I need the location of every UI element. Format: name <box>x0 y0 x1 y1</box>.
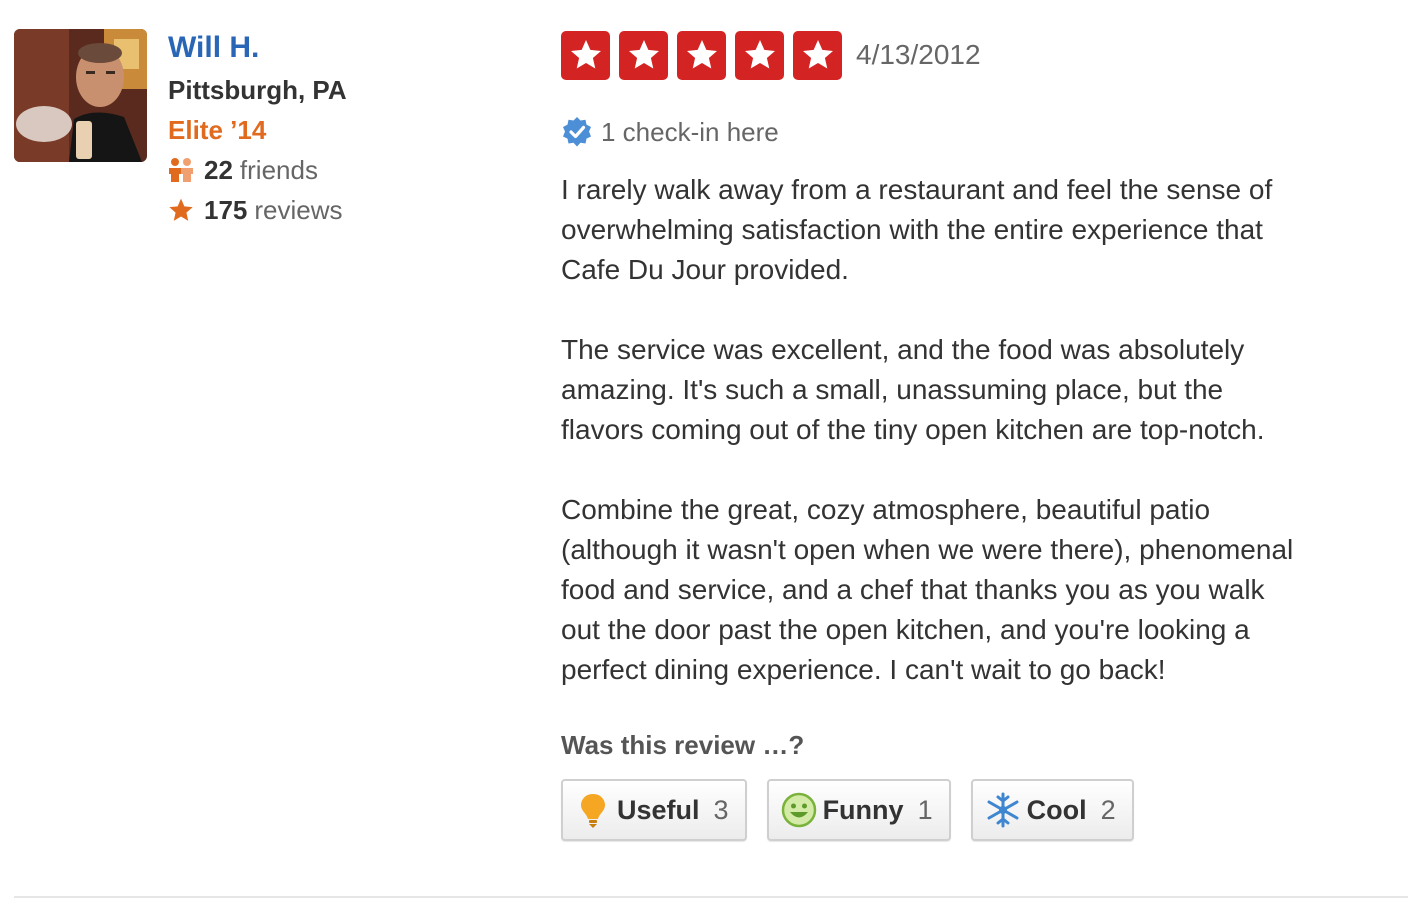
cool-count: 2 <box>1100 794 1116 825</box>
useful-label: Useful <box>617 794 700 825</box>
useful-count: 3 <box>713 794 729 825</box>
star-rating <box>561 30 842 80</box>
rating-star <box>561 30 610 80</box>
review-paragraph: The service was excellent, and the food … <box>561 334 1265 445</box>
review-paragraph: I rarely walk away from a restaurant and… <box>561 174 1273 285</box>
rating-star <box>619 30 668 80</box>
elite-badge[interactable]: Elite ’14 <box>168 110 347 150</box>
useful-button[interactable]: Useful 3 <box>561 779 747 841</box>
user-name-link[interactable]: Will H. <box>168 28 347 70</box>
reviews-label: reviews <box>254 195 343 225</box>
friends-label: friends <box>239 155 318 185</box>
checkin-info: 1 check-in here <box>561 116 1401 148</box>
checkin-text: 1 check-in here <box>601 116 779 147</box>
review-content: 4/13/2012 1 check-in here I rarely walk … <box>561 30 1401 841</box>
reviews-count: 175 reviews <box>168 190 347 230</box>
review-card: Will H. Pittsburgh, PA Elite ’14 22 frie… <box>0 0 1408 900</box>
friends-icon <box>169 158 193 182</box>
reviews-number: 175 <box>204 195 248 225</box>
snowflake-icon <box>987 792 1019 828</box>
funny-button[interactable]: Funny 1 <box>766 779 951 841</box>
cool-button[interactable]: Cool 2 <box>970 779 1134 841</box>
rating-star <box>677 30 726 80</box>
checkin-badge-icon <box>563 117 591 147</box>
lightbulb-icon <box>581 794 605 828</box>
star-icon <box>169 198 193 221</box>
review-divider <box>14 896 1408 898</box>
user-passport: Will H. Pittsburgh, PA Elite ’14 22 frie… <box>168 28 347 230</box>
rating-star <box>735 30 784 80</box>
smiley-icon <box>781 792 816 828</box>
review-paragraph: Combine the great, cozy atmosphere, beau… <box>561 494 1294 685</box>
review-date: 4/13/2012 <box>856 39 981 70</box>
friends-count: 22 friends <box>168 150 347 190</box>
user-location: Pittsburgh, PA <box>168 75 347 105</box>
rating-line: 4/13/2012 <box>561 30 1401 80</box>
vote-buttons: Useful 3 Funny 1 Cool 2 <box>561 779 1401 841</box>
funny-label: Funny <box>822 794 904 825</box>
rating-star <box>793 30 842 80</box>
friends-number: 22 <box>204 155 233 185</box>
funny-count: 1 <box>917 794 933 825</box>
vote-prompt: Was this review …? <box>561 730 805 760</box>
review-text: I rarely walk away from a restaurant and… <box>561 170 1401 690</box>
cool-label: Cool <box>1026 794 1087 825</box>
user-avatar[interactable] <box>14 29 147 162</box>
